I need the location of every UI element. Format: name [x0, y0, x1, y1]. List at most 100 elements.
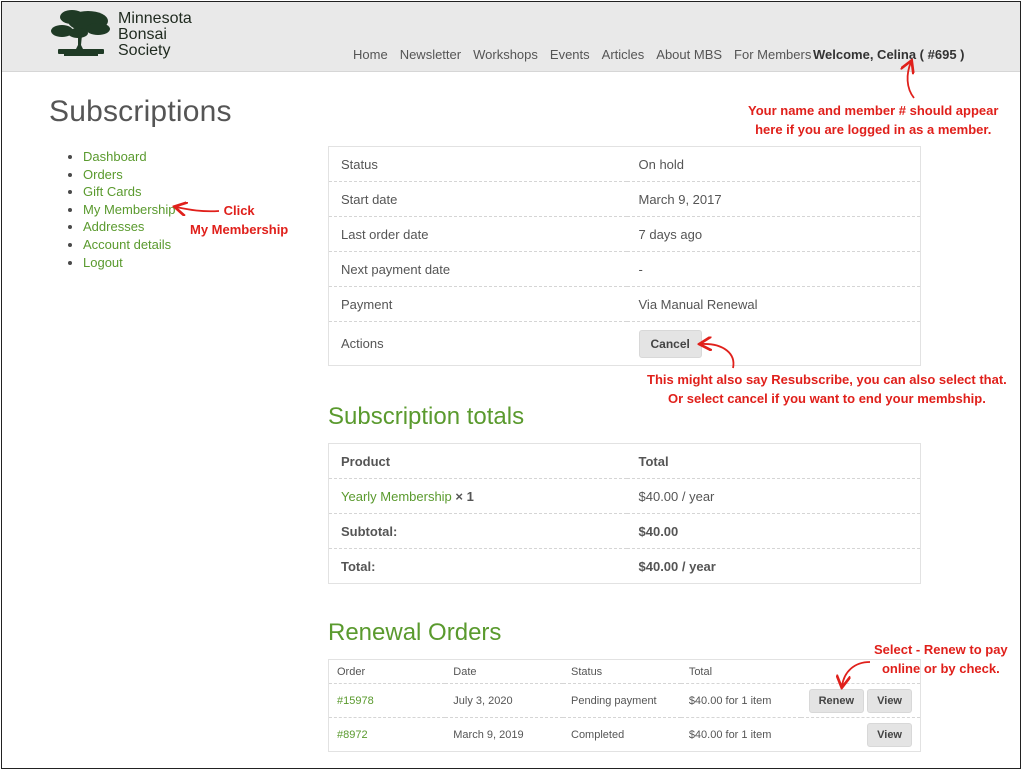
nav-workshops[interactable]: Workshops	[473, 47, 538, 62]
order-date: March 9, 2019	[453, 728, 524, 741]
logo-line-1: Minnesota	[118, 10, 192, 27]
renewal-orders-table: Order Date Status Total #15978 July 3, 2…	[328, 659, 921, 752]
annotation-line: Your name and member # should appear	[748, 103, 999, 118]
annotation-line: here if you are logged in as a member.	[755, 122, 992, 137]
page-title: Subscriptions	[49, 95, 232, 128]
account-nav-my-membership[interactable]: My Membership	[83, 202, 175, 217]
annotation-line: Or select cancel if you want to end your…	[667, 391, 986, 406]
site-logo[interactable]: Minnesota Bonsai Society	[48, 7, 218, 63]
welcome-annotation: Your name and member # should appear her…	[748, 101, 998, 139]
order-total: $40.00 for 1 item	[688, 728, 772, 741]
actions-label: Actions	[341, 336, 384, 351]
table-row: #8972 March 9, 2019 Completed $40.00 for…	[329, 718, 921, 752]
product-header: Product	[328, 443, 627, 479]
product-cell: Yearly Membership × 1	[328, 478, 627, 514]
logo-line-2: Bonsai	[118, 26, 167, 43]
payment-label: Payment	[328, 286, 627, 322]
status-value: On hold	[626, 146, 921, 182]
account-nav-item: Dashboard	[83, 148, 175, 166]
order-number-cell: #8972	[329, 718, 446, 752]
total-label: Total:	[341, 558, 376, 574]
product-quantity: × 1	[455, 488, 474, 504]
subscription-details-table: Status On hold Start date March 9, 2017 …	[328, 146, 921, 366]
last-order-date-value: 7 days ago	[626, 216, 921, 252]
table-header-row: Product Total	[328, 443, 921, 479]
status-header: Status	[563, 659, 681, 684]
account-nav-item: Addresses	[83, 218, 175, 236]
view-button[interactable]: View	[867, 688, 912, 713]
order-link[interactable]: #15978	[337, 695, 374, 707]
annotation-line: Select - Renew to pay	[874, 642, 1008, 657]
account-nav-gift-cards[interactable]: Gift Cards	[83, 184, 142, 199]
status-label: Status	[328, 146, 627, 182]
order-header: Order	[328, 659, 446, 684]
table-row: #15978 July 3, 2020 Pending payment $40.…	[328, 683, 921, 718]
renew-button[interactable]: Renew	[808, 688, 865, 713]
nav-for-members[interactable]: For Members	[734, 47, 811, 62]
table-row: Start date March 9, 2017	[328, 181, 921, 217]
logo-line-3: Society	[118, 42, 171, 59]
total-header: Total	[626, 443, 921, 479]
subscription-totals-title: Subscription totals	[328, 403, 525, 430]
subscription-totals-table: Product Total Yearly Membership × 1 $40.…	[328, 443, 921, 584]
product-link[interactable]: Yearly Membership	[341, 489, 452, 504]
account-nav-dashboard[interactable]: Dashboard	[83, 149, 147, 164]
actions-cell: Cancel	[627, 322, 921, 366]
total-header: Total	[680, 659, 801, 684]
order-total: $40.00 for 1 item	[680, 683, 801, 718]
account-nav-item: My Membership	[83, 201, 175, 219]
order-status: Pending payment	[563, 683, 681, 718]
total-value: $40.00 / year	[638, 558, 716, 574]
order-link[interactable]: #8972	[337, 729, 368, 741]
cancel-annotation: This might also say Resubscribe, you can…	[647, 370, 1007, 408]
table-header-row: Order Date Status Total	[328, 659, 921, 684]
start-date-label: Start date	[328, 181, 627, 217]
table-row: Yearly Membership × 1 $40.00 / year	[328, 478, 921, 514]
account-nav-item: Gift Cards	[83, 183, 175, 201]
annotation-line: online or by check.	[881, 661, 1000, 676]
main-nav: Home Newsletter Workshops Events Article…	[353, 47, 823, 62]
account-nav-orders[interactable]: Orders	[83, 167, 123, 182]
nav-home[interactable]: Home	[353, 47, 388, 62]
account-nav-item: Logout	[83, 254, 175, 272]
start-date-value: March 9, 2017	[626, 181, 921, 217]
table-row: Last order date 7 days ago	[328, 216, 921, 252]
order-actions: View	[801, 718, 921, 752]
nav-events[interactable]: Events	[550, 47, 590, 62]
view-button[interactable]: View	[867, 722, 912, 747]
date-header: Date	[445, 659, 563, 684]
nav-about-mbs[interactable]: About MBS	[656, 47, 722, 62]
account-nav-addresses[interactable]: Addresses	[83, 219, 144, 234]
annotation-line: My Membership	[190, 222, 289, 237]
annotation-line: Click	[223, 203, 255, 218]
renew-annotation: Select - Renew to pay online or by check…	[874, 640, 1008, 678]
order-actions: Renew View	[800, 683, 921, 718]
order-date: July 3, 2020	[445, 683, 563, 718]
bonsai-tree-icon	[51, 10, 110, 56]
table-row: Payment Via Manual Renewal	[328, 286, 921, 322]
table-row: Subtotal: $40.00	[328, 513, 921, 549]
click-annotation: Click My Membership	[190, 201, 288, 239]
page-frame: Minnesota Bonsai Society Home Newsletter…	[1, 1, 1021, 769]
account-nav: Dashboard Orders Gift Cards My Membershi…	[65, 148, 175, 271]
welcome-user[interactable]: Welcome, Celina ( #695 )	[813, 47, 965, 62]
last-order-date-label: Last order date	[328, 216, 627, 252]
order-status: Completed	[571, 728, 625, 741]
nav-articles[interactable]: Articles	[602, 47, 645, 62]
table-row: Total: $40.00 / year	[329, 549, 921, 584]
cancel-button[interactable]: Cancel	[638, 329, 702, 358]
next-payment-date-label: Next payment date	[328, 251, 627, 287]
table-row: Actions Cancel	[329, 322, 921, 366]
product-total: $40.00 / year	[626, 478, 921, 514]
account-nav-logout[interactable]: Logout	[83, 255, 123, 270]
account-nav-item: Orders	[83, 166, 175, 184]
renewal-orders-title: Renewal Orders	[328, 619, 502, 646]
account-nav-account-details[interactable]: Account details	[83, 237, 171, 252]
table-row: Status On hold	[328, 146, 921, 182]
nav-newsletter[interactable]: Newsletter	[400, 47, 461, 62]
site-header: Minnesota Bonsai Society Home Newsletter…	[2, 2, 1020, 72]
table-row: Next payment date -	[328, 251, 921, 287]
next-payment-date-value: -	[626, 251, 921, 287]
payment-value: Via Manual Renewal	[626, 286, 921, 322]
annotation-line: This might also say Resubscribe, you can…	[647, 372, 1007, 387]
